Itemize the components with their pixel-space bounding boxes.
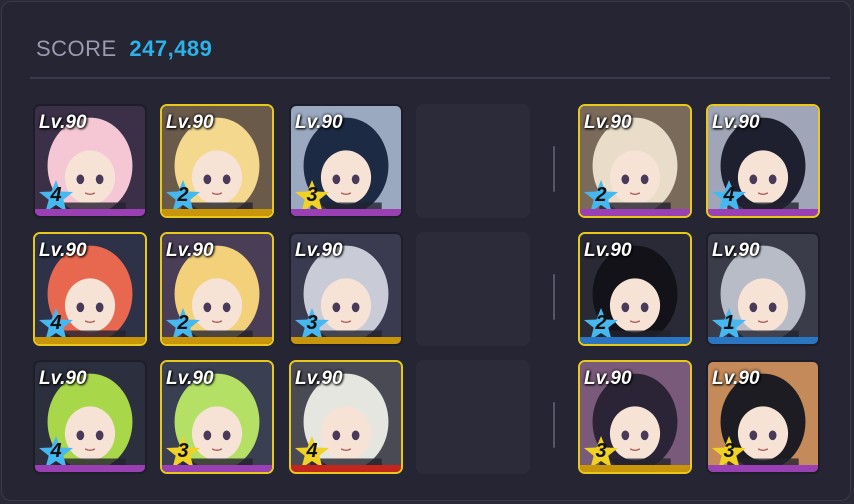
star-count: 4 [50,440,62,462]
role-bar [708,337,818,344]
star-count: 3 [595,440,607,462]
team-separator [553,146,555,192]
character-card[interactable]: Lv.90 4 [289,360,403,474]
level-label: Lv.90 [166,112,214,133]
empty-slot[interactable] [416,104,530,218]
character-card[interactable]: Lv.90 3 [706,360,820,474]
level-label: Lv.90 [712,368,760,389]
character-card[interactable]: Lv.90 1 [706,232,820,346]
score-label: SCORE [36,36,117,61]
star-count: 4 [306,440,318,462]
level-label: Lv.90 [39,368,87,389]
role-bar [708,465,818,472]
role-bar [162,209,272,216]
character-card[interactable]: Lv.90 2 [578,104,692,218]
character-card[interactable]: Lv.90 3 [289,232,403,346]
level-label: Lv.90 [712,112,760,133]
character-card[interactable]: Lv.90 4 [33,232,147,346]
character-card[interactable]: Lv.90 4 [33,104,147,218]
level-label: Lv.90 [166,368,214,389]
score-display: SCORE 247,489 [36,36,212,62]
character-card[interactable]: Lv.90 4 [706,104,820,218]
role-bar [162,337,272,344]
empty-slot[interactable] [416,232,530,346]
level-label: Lv.90 [295,112,343,133]
star-count: 2 [177,312,189,334]
role-bar [291,209,401,216]
level-label: Lv.90 [712,240,760,261]
star-count: 4 [723,184,735,206]
role-bar [580,209,690,216]
level-label: Lv.90 [39,112,87,133]
character-card[interactable]: Lv.90 2 [160,232,274,346]
character-card[interactable]: Lv.90 3 [578,360,692,474]
star-count: 2 [595,312,607,334]
role-bar [35,465,145,472]
role-bar [708,209,818,216]
star-count: 3 [306,312,318,334]
star-count: 2 [595,184,607,206]
star-count: 2 [177,184,189,206]
level-label: Lv.90 [39,240,87,261]
role-bar [35,209,145,216]
role-bar [162,465,272,472]
empty-slot[interactable] [416,360,530,474]
character-card[interactable]: Lv.90 3 [160,360,274,474]
level-label: Lv.90 [584,368,632,389]
star-count: 3 [177,440,189,462]
role-bar [580,337,690,344]
role-bar [291,465,401,472]
star-count: 4 [50,184,62,206]
role-bar [35,337,145,344]
team-separator [553,402,555,448]
level-label: Lv.90 [295,240,343,261]
character-card[interactable]: Lv.90 3 [289,104,403,218]
character-card[interactable]: Lv.90 2 [160,104,274,218]
score-value: 247,489 [129,36,213,61]
level-label: Lv.90 [584,240,632,261]
role-bar [291,337,401,344]
character-card[interactable]: Lv.90 4 [33,360,147,474]
level-label: Lv.90 [584,112,632,133]
level-label: Lv.90 [166,240,214,261]
star-count: 1 [723,312,735,334]
star-count: 3 [723,440,735,462]
star-count: 4 [50,312,62,334]
character-card[interactable]: Lv.90 2 [578,232,692,346]
role-bar [580,465,690,472]
header-divider [30,77,830,79]
star-count: 3 [306,184,318,206]
team-separator [553,274,555,320]
level-label: Lv.90 [295,368,343,389]
